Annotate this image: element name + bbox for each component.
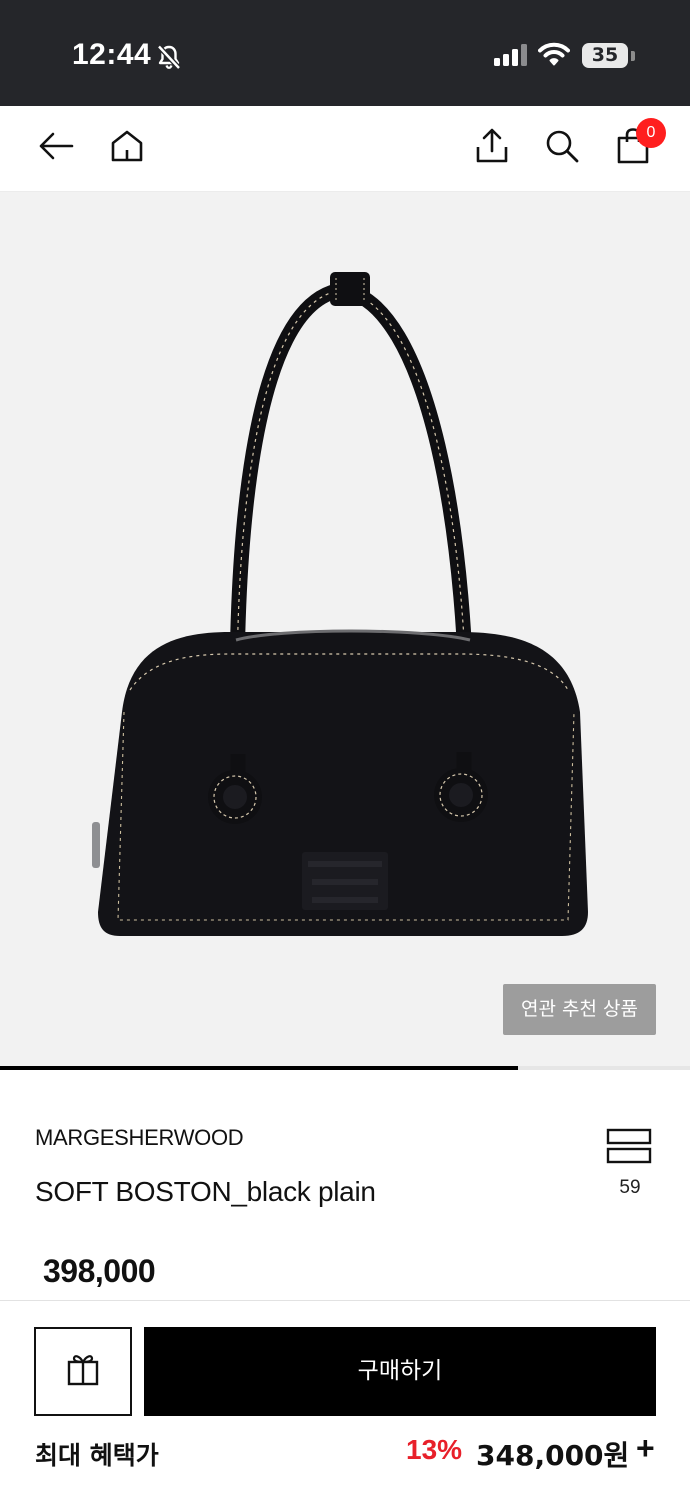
status-time: 12:44 xyxy=(72,38,152,71)
wifi-icon xyxy=(538,42,570,71)
discount-rate: 13% xyxy=(406,1434,463,1465)
brand-name[interactable]: MARGESHERWOOD xyxy=(35,1125,244,1151)
product-image[interactable]: 연관 추천 상품 xyxy=(0,192,690,1066)
battery-cap xyxy=(631,51,635,61)
bottom-bar-divider xyxy=(0,1300,690,1301)
handbag-image xyxy=(92,272,588,936)
buy-button[interactable]: 구매하기 xyxy=(144,1327,656,1416)
back-button[interactable] xyxy=(36,128,76,168)
product-price: 398,000 xyxy=(43,1253,156,1289)
share-button[interactable] xyxy=(472,128,512,168)
gallery-progress-fill xyxy=(0,1066,518,1070)
wishlist-count: 59 xyxy=(619,1177,641,1198)
expand-benefit-button[interactable]: + xyxy=(636,1430,655,1467)
status-bar: 12:44 35 xyxy=(0,0,690,106)
gallery-progress-track xyxy=(0,1066,690,1070)
search-button[interactable] xyxy=(542,128,582,168)
gift-button[interactable] xyxy=(34,1327,132,1416)
benefit-price: 348,000원 xyxy=(476,1439,630,1472)
top-nav-bar xyxy=(0,106,690,192)
max-benefit-row[interactable]: 최대 혜택가 13% 348,000원 + xyxy=(0,1428,690,1478)
search-icon xyxy=(544,128,580,169)
battery-icon: 35 xyxy=(582,43,628,68)
layers-icon xyxy=(606,1128,652,1168)
related-products-button[interactable]: 연관 추천 상품 xyxy=(503,984,656,1035)
gift-icon xyxy=(66,1352,100,1391)
home-icon xyxy=(109,128,145,169)
home-button[interactable] xyxy=(107,128,147,168)
cart-count-badge: 0 xyxy=(636,118,666,148)
benefit-label: 최대 혜택가 xyxy=(35,1441,159,1470)
product-title: SOFT BOSTON_black plain xyxy=(35,1176,376,1207)
bell-off-icon xyxy=(156,44,182,75)
signal-icon xyxy=(494,44,528,71)
share-icon xyxy=(474,127,510,170)
battery-level: 35 xyxy=(591,44,619,66)
wishlist-button[interactable] xyxy=(606,1128,652,1169)
back-arrow-icon xyxy=(38,131,74,166)
